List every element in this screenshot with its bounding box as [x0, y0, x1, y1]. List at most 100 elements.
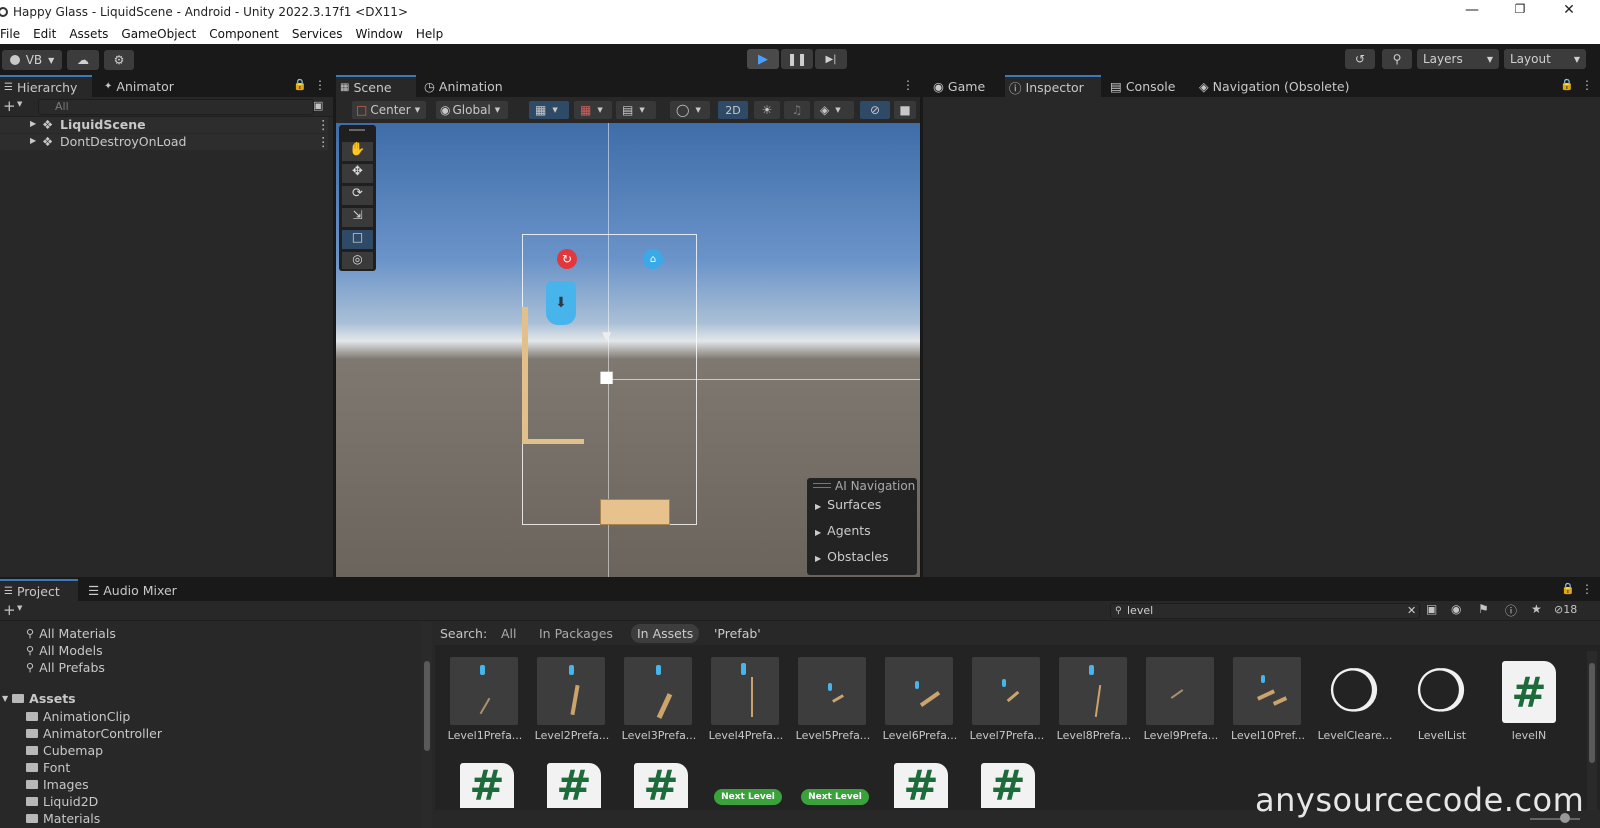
- obstacles-foldout[interactable]: ▶ Obstacles: [815, 549, 889, 564]
- tag-icon[interactable]: ⚑: [1478, 602, 1489, 616]
- csharp-script-icon[interactable]: #: [981, 761, 1035, 810]
- scene-visibility-toggle[interactable]: ⊘: [860, 101, 890, 119]
- asset-level5prefab[interactable]: Level5Prefa...: [788, 657, 872, 753]
- search-type-filter-prefab[interactable]: 'Prefab': [714, 626, 761, 641]
- asset-level4prefab[interactable]: Level4Prefa...: [701, 657, 785, 753]
- agents-foldout[interactable]: ▶ Agents: [815, 523, 871, 538]
- close-icon[interactable]: ✕: [1555, 2, 1583, 18]
- asset-level10prefab[interactable]: Level10Pref...: [1223, 657, 1307, 753]
- csharp-script-icon[interactable]: #: [894, 761, 948, 810]
- tab-animator[interactable]: ✦ Animator: [100, 75, 190, 97]
- search-button[interactable]: ⚲: [1382, 49, 1412, 69]
- more-icon[interactable]: ⋮: [317, 117, 330, 132]
- restore-icon[interactable]: ❐: [1506, 2, 1534, 16]
- asset-levelcleared[interactable]: ❍ LevelCleare...: [1310, 657, 1394, 753]
- hand-tool-icon[interactable]: ✋: [342, 142, 373, 161]
- search-by-type-icon[interactable]: ▣: [1426, 602, 1437, 616]
- chevron-down-icon[interactable]: ▼: [17, 604, 22, 612]
- folder-animationclip[interactable]: AnimationClip: [26, 708, 130, 724]
- menu-file[interactable]: File: [0, 27, 27, 41]
- next-level-button-prefab[interactable]: Next Level: [801, 789, 869, 805]
- asset-level1prefab[interactable]: Level1Prefa...: [440, 657, 524, 753]
- folder-liquid2d[interactable]: Liquid2D: [26, 793, 98, 809]
- grid-snap-toggle[interactable]: ▦ ▼: [529, 101, 569, 119]
- asset-leveln-script[interactable]: # levelN: [1484, 657, 1568, 753]
- more-icon[interactable]: ⋮: [902, 78, 914, 92]
- favorite-all-materials[interactable]: ⚲ All Materials: [26, 625, 116, 641]
- folder-tree-scrollbar[interactable]: [422, 621, 432, 828]
- csharp-script-icon[interactable]: #: [547, 761, 601, 810]
- shading-mode-dropdown[interactable]: ◯ ▼: [670, 101, 710, 119]
- add-icon[interactable]: +: [3, 97, 16, 115]
- layout-dropdown[interactable]: Layout ▼: [1504, 49, 1586, 69]
- tab-scene[interactable]: ▦ Scene: [336, 75, 416, 97]
- more-icon[interactable]: ⋮: [317, 134, 330, 149]
- chevron-down-icon[interactable]: ▼: [17, 100, 22, 108]
- menu-assets[interactable]: Assets: [63, 27, 115, 41]
- hidden-packages-toggle[interactable]: ⊘18: [1554, 603, 1577, 616]
- tab-hierarchy[interactable]: ☰ Hierarchy: [0, 75, 92, 97]
- surfaces-foldout[interactable]: ▶ Surfaces: [815, 497, 881, 512]
- menu-component[interactable]: Component: [203, 27, 286, 41]
- tab-project[interactable]: ☰ Project: [0, 579, 78, 601]
- search-scope-in-assets[interactable]: In Assets: [631, 624, 700, 643]
- more-icon[interactable]: ⋮: [1581, 582, 1593, 596]
- pause-button[interactable]: ❚❚: [781, 49, 813, 69]
- drag-handle-icon[interactable]: [349, 129, 365, 131]
- 2d-mode-toggle[interactable]: 2D: [718, 101, 748, 119]
- csharp-script-icon[interactable]: #: [634, 761, 688, 810]
- layers-dropdown[interactable]: Layers ▼: [1417, 49, 1499, 69]
- asset-level8prefab[interactable]: Level8Prefa...: [1049, 657, 1133, 753]
- tab-animation[interactable]: ◷ Animation: [420, 75, 520, 97]
- folder-animatorcontroller[interactable]: AnimatorController: [26, 725, 162, 741]
- menu-gameobject[interactable]: GameObject: [115, 27, 203, 41]
- rotate-tool-icon[interactable]: ⟳: [342, 186, 373, 205]
- account-dropdown[interactable]: VB ▼: [2, 50, 62, 70]
- audio-toggle[interactable]: ♫: [784, 101, 810, 119]
- expand-arrow-icon[interactable]: ▶: [30, 136, 36, 145]
- favorite-all-models[interactable]: ⚲ All Models: [26, 642, 103, 658]
- hierarchy-item-liquidscene[interactable]: ▶ ❖ LiquidScene ⋮: [0, 117, 330, 133]
- favorite-all-prefabs[interactable]: ⚲ All Prefabs: [26, 659, 105, 675]
- assets-root-folder[interactable]: ▼ Assets: [2, 690, 76, 706]
- camera-settings-button[interactable]: ■: [894, 101, 916, 119]
- more-icon[interactable]: ⋮: [314, 78, 326, 92]
- project-search-input[interactable]: ⚲ level ✕: [1110, 603, 1420, 619]
- menu-edit[interactable]: Edit: [27, 27, 63, 41]
- add-icon[interactable]: +: [3, 601, 16, 619]
- tab-navigation-obsolete[interactable]: ◈ Navigation (Obsolete): [1195, 75, 1365, 97]
- clear-search-icon[interactable]: ✕: [1407, 604, 1416, 618]
- tab-game[interactable]: ◉ Game: [929, 75, 999, 97]
- asset-grid-scrollbar[interactable]: [1587, 651, 1597, 811]
- collab-button[interactable]: ⚙: [104, 50, 134, 70]
- search-scope-all[interactable]: All: [501, 626, 517, 641]
- drag-handle-icon[interactable]: [813, 483, 831, 488]
- tab-audio-mixer[interactable]: ☰ Audio Mixer: [84, 579, 184, 601]
- hierarchy-search-input[interactable]: All: [38, 99, 314, 115]
- asset-level7prefab[interactable]: Level7Prefa...: [962, 657, 1046, 753]
- asset-level2prefab[interactable]: Level2Prefa...: [527, 657, 611, 753]
- undo-history-button[interactable]: ↺: [1345, 49, 1375, 69]
- space-dropdown[interactable]: ◉ Global ▼: [436, 101, 508, 119]
- hierarchy-item-dontdestroyonload[interactable]: ▶ ❖ DontDestroyOnLoad ⋮: [0, 134, 330, 150]
- favorite-star-icon[interactable]: ★: [1531, 602, 1542, 616]
- scrollbar-thumb[interactable]: [424, 661, 430, 751]
- asset-level6prefab[interactable]: Level6Prefa...: [875, 657, 959, 753]
- warning-icon[interactable]: ⓘ: [1505, 602, 1517, 619]
- folder-font[interactable]: Font: [26, 759, 70, 775]
- play-button[interactable]: ▶: [747, 49, 779, 69]
- tab-inspector[interactable]: ⓘ Inspector: [1005, 75, 1101, 97]
- asset-levellist[interactable]: ❍ LevelList: [1397, 657, 1481, 753]
- transform-tool-icon[interactable]: ◎: [342, 252, 373, 269]
- scrollbar-thumb[interactable]: [1589, 663, 1595, 763]
- expand-arrow-icon[interactable]: ▶: [30, 119, 36, 128]
- tab-console[interactable]: ▤ Console: [1106, 75, 1186, 97]
- increment-snap-toggle[interactable]: ▤ ▼: [616, 101, 656, 119]
- menu-services[interactable]: Services: [286, 27, 350, 41]
- menu-help[interactable]: Help: [410, 27, 450, 41]
- asset-level9prefab[interactable]: Level9Prefa...: [1136, 657, 1220, 753]
- search-by-label-icon[interactable]: ◉: [1451, 602, 1461, 616]
- rect-tool-icon[interactable]: □: [342, 230, 373, 249]
- effects-dropdown[interactable]: ◈ ▼: [814, 101, 854, 119]
- cloud-button[interactable]: ☁: [67, 50, 99, 70]
